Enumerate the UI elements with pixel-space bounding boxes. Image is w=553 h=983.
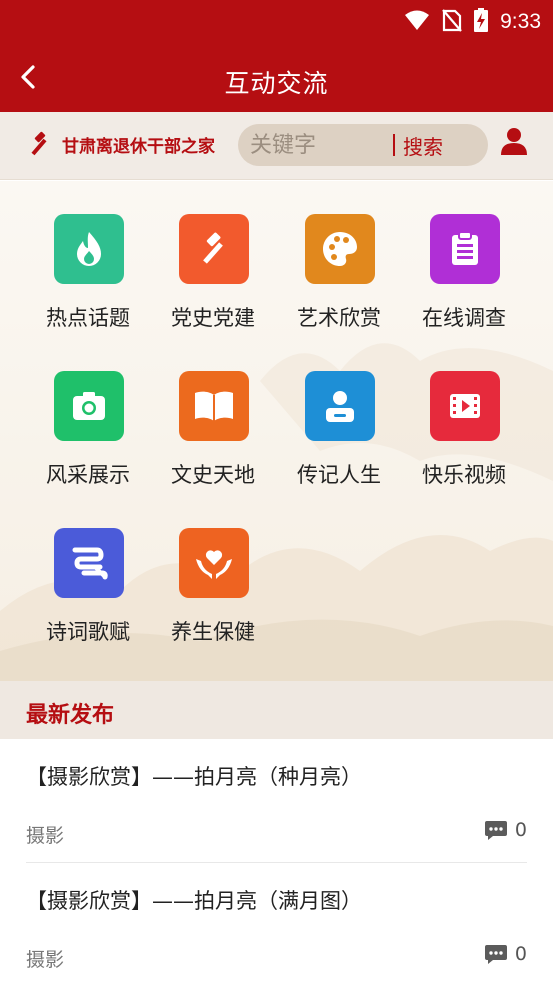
category-label: 文史天地 <box>171 463 255 487</box>
category-showcase[interactable]: 风采展示 <box>28 371 148 516</box>
page-title: 互动交流 <box>224 69 329 98</box>
search-box: 搜索 <box>238 124 488 166</box>
no-sim-icon <box>442 8 462 36</box>
palette-icon <box>323 232 357 266</box>
comment-count-value: 0 <box>514 943 527 965</box>
person-icon <box>326 391 354 422</box>
comment-icon <box>484 821 507 840</box>
category-art[interactable]: 艺术欣赏 <box>279 214 399 359</box>
status-bar: 9:33 <box>0 0 553 40</box>
category-tile <box>54 214 124 284</box>
post-title: 【摄影欣赏】——拍月亮（满月图） <box>26 889 362 913</box>
battery-charging-icon <box>474 8 489 36</box>
category-biography[interactable]: 传记人生 <box>279 371 399 516</box>
category-poetry[interactable]: 诗词歌赋 <box>28 528 148 673</box>
post-category: 摄影 <box>26 825 65 847</box>
clipboard-icon <box>452 231 478 265</box>
category-label: 在线调查 <box>422 306 506 330</box>
flame-icon <box>77 232 101 266</box>
comment-count: 0 <box>484 819 527 841</box>
category-tile <box>179 214 249 284</box>
user-button[interactable] <box>499 126 529 156</box>
logo-text: 甘肃离退休干部之家 <box>62 136 215 157</box>
category-tile <box>430 371 500 441</box>
app-bar: 互动交流 <box>0 40 553 112</box>
category-survey[interactable]: 在线调查 <box>404 214 524 359</box>
comment-icon <box>484 945 507 964</box>
category-label: 热点话题 <box>46 306 130 330</box>
category-grid: 热点话题 党史党建 艺术欣赏 在线调查 风采展示 文史天地 传记人生 快乐视频 … <box>0 181 553 681</box>
list-item[interactable]: 【摄影欣赏】——拍月亮（种月亮） 摄影 0 <box>0 739 553 863</box>
post-title: 【摄影欣赏】——拍月亮（种月亮） <box>26 765 362 789</box>
category-tile <box>179 371 249 441</box>
category-party-history[interactable]: 党史党建 <box>153 214 273 359</box>
category-label: 风采展示 <box>46 463 130 487</box>
category-tile <box>54 528 124 598</box>
category-hot-topics[interactable]: 热点话题 <box>28 214 148 359</box>
category-history[interactable]: 文史天地 <box>153 371 273 516</box>
category-label: 诗词歌赋 <box>46 620 130 644</box>
category-tile <box>54 371 124 441</box>
user-icon <box>501 128 527 155</box>
category-label: 快乐视频 <box>422 463 506 487</box>
category-label: 党史党建 <box>171 306 255 330</box>
site-logo: 甘肃离退休干部之家 <box>24 128 215 160</box>
category-label: 传记人生 <box>297 463 381 487</box>
category-tile <box>179 528 249 598</box>
list-item[interactable]: 【摄影欣赏】——拍月亮（满月图） 摄影 0 <box>0 864 553 983</box>
party-emblem-icon <box>28 131 50 156</box>
category-health[interactable]: 养生保健 <box>153 528 273 673</box>
status-time: 9:33 <box>500 10 541 33</box>
category-tile <box>430 214 500 284</box>
section-title: 最新发布 <box>26 703 115 728</box>
search-button[interactable]: 搜索 <box>403 131 443 160</box>
search-header: 甘肃离退休干部之家 搜索 <box>0 112 553 180</box>
category-videos[interactable]: 快乐视频 <box>404 371 524 516</box>
film-icon <box>450 394 480 418</box>
divider <box>26 862 527 863</box>
open-book-icon <box>195 391 233 421</box>
category-tile <box>305 214 375 284</box>
category-tile <box>305 371 375 441</box>
poetry-icon <box>72 547 108 580</box>
category-label: 养生保健 <box>171 620 255 644</box>
category-label: 艺术欣赏 <box>297 306 381 330</box>
heart-hands-icon <box>196 550 232 579</box>
post-category: 摄影 <box>26 949 65 971</box>
search-input[interactable] <box>250 129 388 161</box>
wifi-icon <box>404 9 430 35</box>
search-divider <box>393 134 395 156</box>
latest-section-header: 最新发布 <box>0 681 553 739</box>
comment-count-value: 0 <box>514 819 527 841</box>
status-icons: 9:33 <box>404 8 541 36</box>
party-emblem-icon <box>198 232 227 265</box>
camera-icon <box>73 392 105 420</box>
comment-count: 0 <box>484 943 527 965</box>
